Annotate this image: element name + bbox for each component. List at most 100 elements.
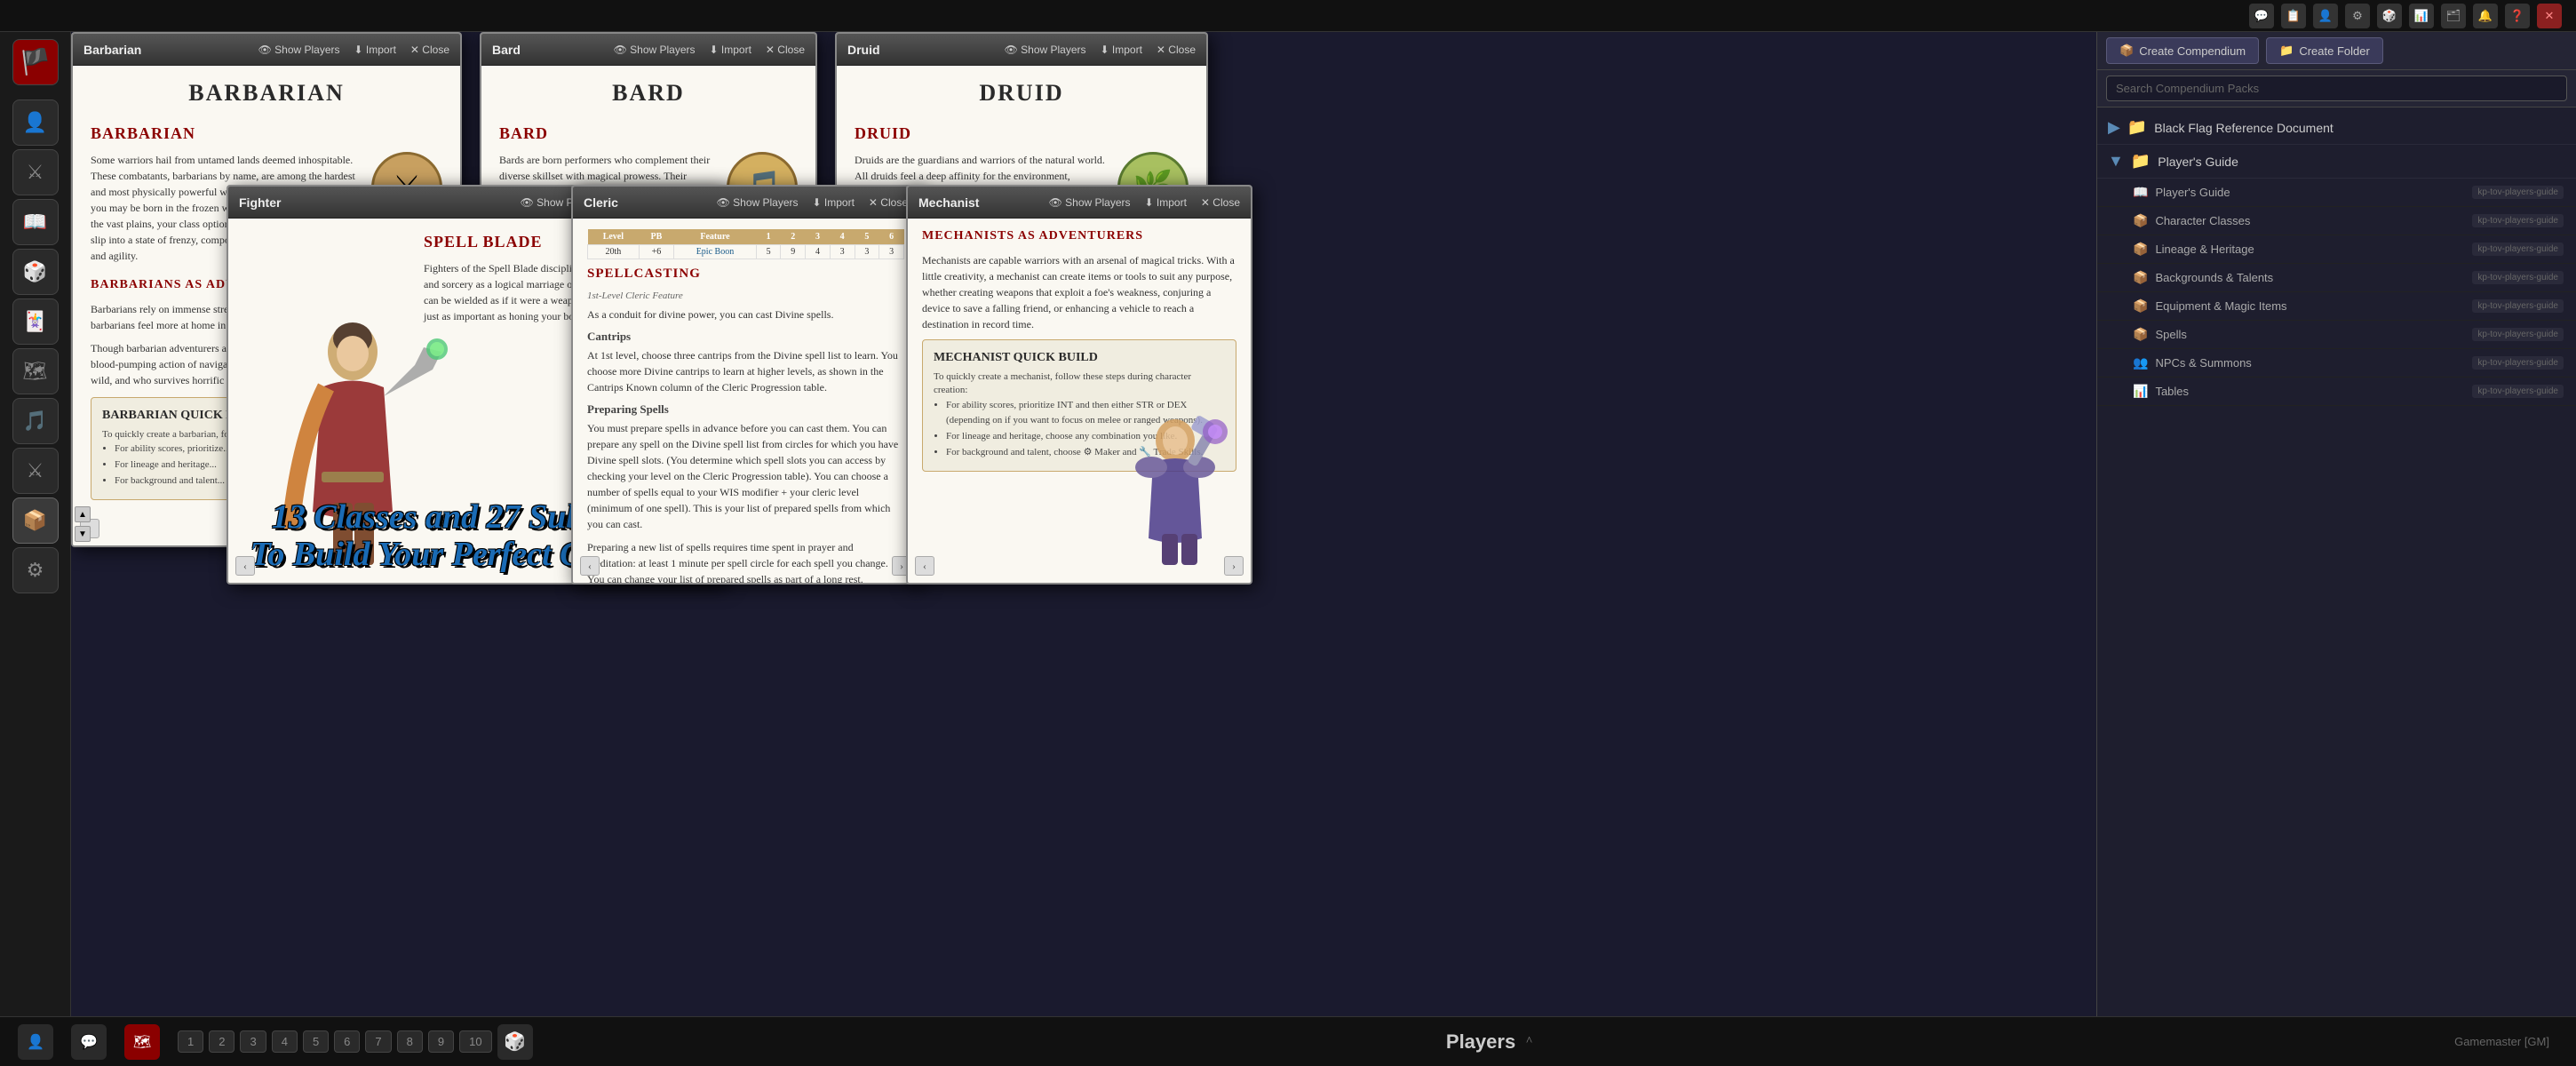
scroll-up-btn[interactable]: ▲ xyxy=(75,506,91,522)
druid-import[interactable]: ⬇ Import xyxy=(1101,44,1142,56)
folder-players-guide[interactable]: ▼ 📁 Player's Guide xyxy=(2097,145,2576,179)
sidebar-item-journal[interactable]: 📖 xyxy=(12,199,59,245)
notify-icon[interactable]: 🔔 xyxy=(2473,4,2498,28)
cleric-nav-left[interactable]: ‹ xyxy=(580,556,600,576)
mechanist-section-text: Mechanists are capable warriors with an … xyxy=(922,252,1236,332)
scene-8[interactable]: 8 xyxy=(397,1030,423,1053)
sidebar-item-compendium[interactable]: 📦 xyxy=(12,497,59,544)
scene-2[interactable]: 2 xyxy=(209,1030,235,1053)
mechanist-nav-right[interactable]: › xyxy=(1224,556,1244,576)
scene-4[interactable]: 4 xyxy=(272,1030,298,1053)
scene-3[interactable]: 3 xyxy=(240,1030,266,1053)
pack-item-lineage-heritage[interactable]: 📦 Lineage & Heritage kp-tov-players-guid… xyxy=(2097,235,2576,264)
gamemaster-label: Gamemaster [GM] xyxy=(2445,1035,2558,1048)
pack-item-spells[interactable]: 📦 Spells kp-tov-players-guide xyxy=(2097,321,2576,349)
cleric-close[interactable]: ✕ Close xyxy=(869,196,908,209)
scene-1[interactable]: 1 xyxy=(178,1030,203,1053)
mechanist-titlebar[interactable]: Mechanist 👁 Show Players ⬇ Import ✕ Clos… xyxy=(908,187,1251,219)
cleric-show-players[interactable]: 👁 Show Players xyxy=(717,196,799,209)
scene-6[interactable]: 6 xyxy=(334,1030,360,1053)
folder-open-icon-2: 📁 xyxy=(2131,152,2151,171)
pack-item-bg-label: Backgrounds & Talents xyxy=(2155,271,2273,284)
pack-item-backgrounds[interactable]: 📦 Backgrounds & Talents kp-tov-players-g… xyxy=(2097,264,2576,292)
table-cell-1: 5 xyxy=(756,245,781,259)
barbarian-title: Barbarian xyxy=(83,43,141,57)
pack-item-tag-5: kp-tov-players-guide xyxy=(2472,299,2564,313)
scene-5[interactable]: 5 xyxy=(303,1030,329,1053)
right-topbar: 📦 Create Compendium 📁 Create Folder xyxy=(2097,32,2576,70)
bard-show-players[interactable]: 👁 Show Players xyxy=(614,44,696,56)
pack-item-npcs[interactable]: 👥 NPCs & Summons kp-tov-players-guide xyxy=(2097,349,2576,378)
scene-10[interactable]: 10 xyxy=(459,1030,491,1053)
mechanist-actions: 👁 Show Players ⬇ Import ✕ Close xyxy=(1049,196,1240,209)
sidebar-item-tables[interactable]: 🎲 xyxy=(12,249,59,295)
pack-item-tag-7: kp-tov-players-guide xyxy=(2472,356,2564,370)
cleric-preparing-text2: Preparing a new list of spells requires … xyxy=(587,539,904,583)
table-header-pb: PB xyxy=(639,229,673,245)
cleric-titlebar[interactable]: Cleric 👁 Show Players ⬇ Import ✕ Close xyxy=(573,187,918,219)
mechanist-window: Mechanist 👁 Show Players ⬇ Import ✕ Clos… xyxy=(906,185,1252,585)
fighter-nav-left[interactable]: ‹ xyxy=(235,556,255,576)
macro-icon[interactable]: 📊 xyxy=(2409,4,2434,28)
bard-close[interactable]: ✕ Close xyxy=(766,44,805,56)
mechanist-import[interactable]: ⬇ Import xyxy=(1145,196,1187,209)
mechanist-close[interactable]: ✕ Close xyxy=(1201,196,1240,209)
druid-close[interactable]: ✕ Close xyxy=(1157,44,1196,56)
bard-import[interactable]: ⬇ Import xyxy=(710,44,751,56)
cleric-import[interactable]: ⬇ Import xyxy=(813,196,855,209)
main-layout: 🏴 👤 ⚔ 📖 🎲 🃏 🗺 🎵 ⚔ 📦 ⚙ Barbarian 👁 Show P… xyxy=(0,32,2576,1016)
pack-item-tables[interactable]: 📊 Tables kp-tov-players-guide xyxy=(2097,378,2576,406)
help-icon[interactable]: ❓ xyxy=(2505,4,2530,28)
sidebar-item-items[interactable]: ⚔ xyxy=(12,149,59,195)
chat-icon[interactable]: 💬 xyxy=(2249,4,2274,28)
sidebar-item-settings[interactable]: ⚙ xyxy=(12,547,59,593)
bottom-chat-btn[interactable]: 💬 xyxy=(71,1024,107,1060)
create-folder-btn[interactable]: 📁 Create Folder xyxy=(2266,37,2383,64)
search-bar xyxy=(2097,70,2576,107)
folder-black-flag[interactable]: ▶ 📁 Black Flag Reference Document xyxy=(2097,111,2576,145)
settings-icon[interactable]: ⚙ xyxy=(2345,4,2370,28)
druid-titlebar[interactable]: Druid 👁 Show Players ⬇ Import ✕ Close xyxy=(837,34,1206,66)
create-compendium-btn[interactable]: 📦 Create Compendium xyxy=(2106,37,2259,64)
barbarian-titlebar[interactable]: Barbarian 👁 Show Players ⬇ Import ✕ Clos… xyxy=(73,34,460,66)
barbarian-import[interactable]: ⬇ Import xyxy=(354,44,396,56)
pack-item-character-classes[interactable]: 📦 Character Classes kp-tov-players-guide xyxy=(2097,207,2576,235)
mechanist-nav-left[interactable]: ‹ xyxy=(915,556,934,576)
pack-bg-icon: 📦 xyxy=(2133,270,2148,285)
druid-show-players[interactable]: 👁 Show Players xyxy=(1005,44,1086,56)
sidebar-item-scenes[interactable]: 🗺 xyxy=(12,348,59,394)
pack-item-players-guide[interactable]: 📖 Player's Guide kp-tov-players-guide xyxy=(2097,179,2576,207)
pack-item-equipment[interactable]: 📦 Equipment & Magic Items kp-tov-players… xyxy=(2097,292,2576,321)
user-icon[interactable]: 👤 xyxy=(2313,4,2338,28)
sidebar-item-playlists[interactable]: 🎵 xyxy=(12,398,59,444)
bottom-scene-btn[interactable]: 🗺 xyxy=(124,1024,160,1060)
bard-titlebar[interactable]: Bard 👁 Show Players ⬇ Import ✕ Close xyxy=(481,34,815,66)
sidebar-item-cards[interactable]: 🃏 xyxy=(12,298,59,345)
scroll-down-btn[interactable]: ▼ xyxy=(75,526,91,542)
pack-item-tag-1: kp-tov-players-guide xyxy=(2472,186,2564,199)
scene-9[interactable]: 9 xyxy=(428,1030,454,1053)
cleric-actions: 👁 Show Players ⬇ Import ✕ Close xyxy=(717,196,908,209)
barbarian-actions: 👁 Show Players ⬇ Import ✕ Close xyxy=(258,44,449,56)
bottom-actors-btn[interactable]: 👤 xyxy=(18,1024,53,1060)
druid-section-title: DRUID xyxy=(855,124,1189,143)
fighter-character-art xyxy=(255,298,450,583)
mechanist-show-players[interactable]: 👁 Show Players xyxy=(1049,196,1131,209)
table-header-c4: 4 xyxy=(830,229,855,245)
barbarian-show-players[interactable]: 👁 Show Players xyxy=(258,44,340,56)
barbarian-close[interactable]: ✕ Close xyxy=(410,44,449,56)
cleric-cantrips-title: Cantrips xyxy=(587,330,904,344)
players-toggle[interactable]: ^ xyxy=(1526,1035,1532,1049)
folder-open-icon: 📁 xyxy=(2127,118,2147,137)
search-compendium-input[interactable] xyxy=(2106,76,2567,101)
notes-icon[interactable]: 📋 xyxy=(2281,4,2306,28)
sidebar-item-combat[interactable]: ⚔ xyxy=(12,448,59,494)
sidebar-item-actors[interactable]: 👤 xyxy=(12,99,59,146)
table-cell-5: 3 xyxy=(855,245,879,259)
dice-roll-btn[interactable]: 🎲 xyxy=(497,1024,533,1060)
pack-classes-icon: 📦 xyxy=(2133,213,2148,228)
folder-icon[interactable]: 🗂 xyxy=(2441,4,2466,28)
close-app-icon[interactable]: ✕ xyxy=(2537,4,2562,28)
scene-7[interactable]: 7 xyxy=(365,1030,391,1053)
dice-icon[interactable]: 🎲 xyxy=(2377,4,2402,28)
